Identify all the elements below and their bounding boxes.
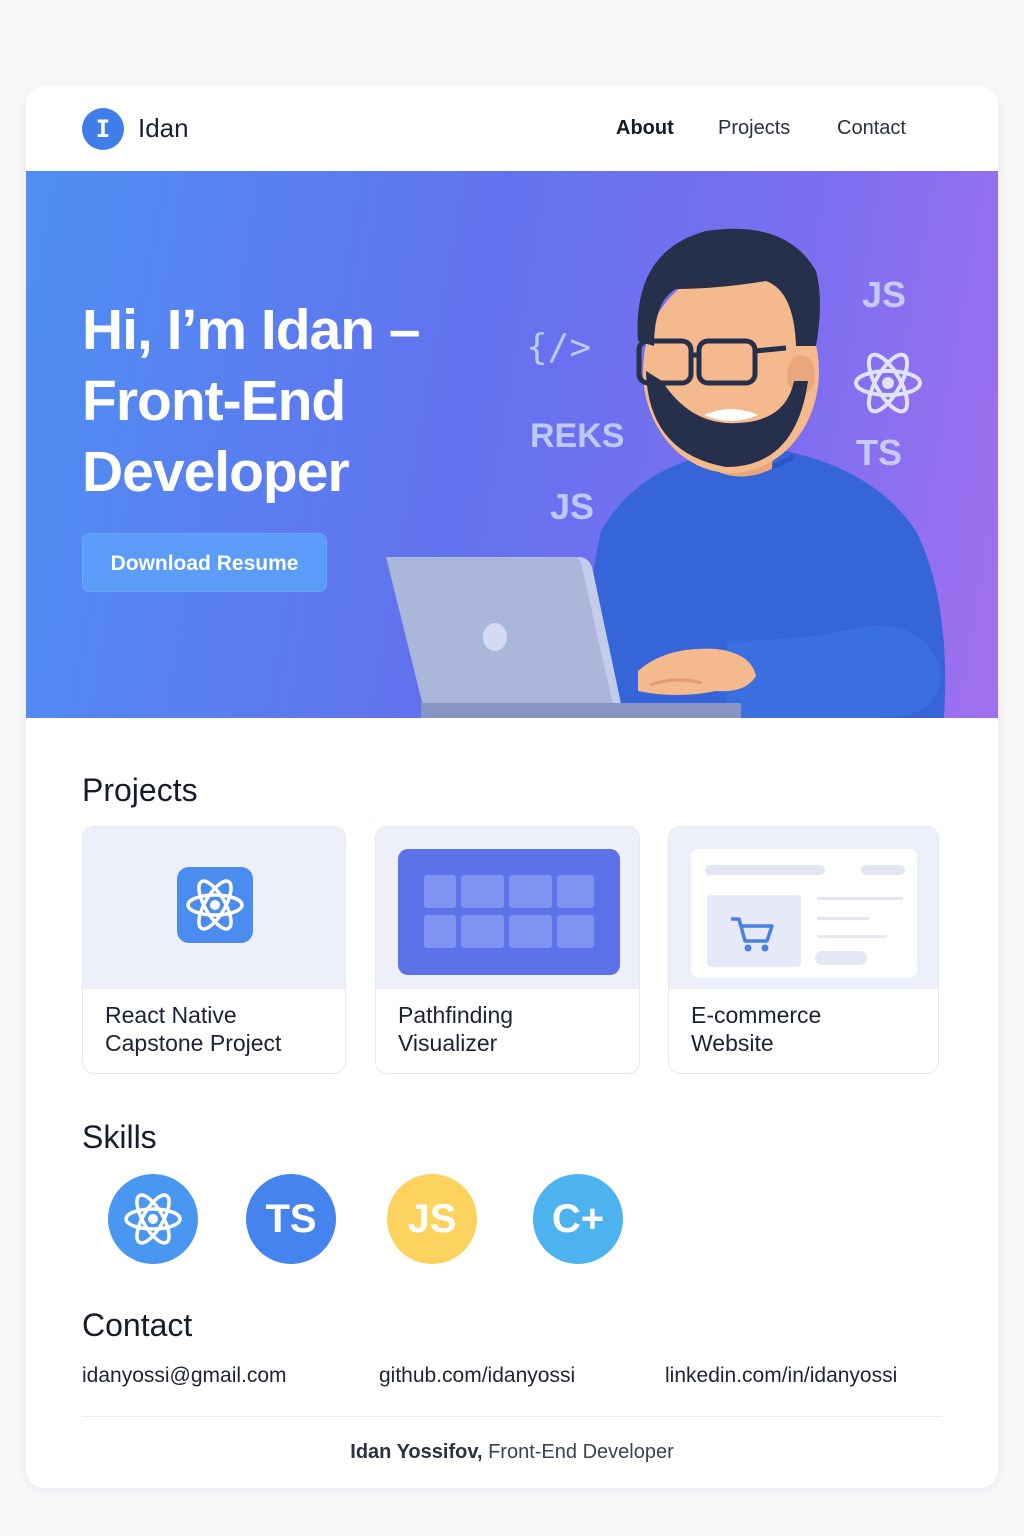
hero-headline: Hi, I’m Idan – Front-End Developer: [82, 295, 462, 508]
skill-cpp-icon[interactable]: C+: [533, 1174, 623, 1264]
footer-divider: [82, 1416, 942, 1417]
react-atom-icon: [854, 352, 922, 414]
project-thumbnail: [376, 827, 639, 989]
project-title: E-commerce Website: [691, 1001, 921, 1057]
code-tag-icon: {/>: [526, 327, 591, 368]
react-icon: [124, 1193, 182, 1245]
project-card-ecommerce[interactable]: E-commerce Website: [668, 826, 939, 1074]
brand-name[interactable]: Idan: [138, 113, 189, 144]
project-card-pathfinding[interactable]: Pathfinding Visualizer: [375, 826, 640, 1074]
footer-name: Idan Yossifov,: [350, 1441, 483, 1463]
grid-icon: [398, 849, 620, 975]
skills-heading: Skills: [82, 1119, 157, 1155]
projects-heading: Projects: [82, 772, 198, 808]
github-link[interactable]: github.com/idanyossi: [379, 1364, 575, 1388]
ts-tag: TS: [856, 432, 902, 473]
project-title-line: E-commerce: [691, 1002, 822, 1028]
project-thumbnail: [83, 827, 345, 989]
download-resume-button[interactable]: Download Resume: [82, 533, 327, 592]
email-link[interactable]: idanyossi@gmail.com: [82, 1364, 287, 1388]
project-title: Pathfinding Visualizer: [398, 1001, 628, 1057]
contact-heading: Contact: [82, 1307, 193, 1343]
logo-icon[interactable]: I: [82, 108, 124, 150]
skill-typescript-icon[interactable]: TS: [246, 1174, 336, 1264]
footer-role: Front-End Developer: [482, 1441, 674, 1463]
reks-tag: REKS: [530, 417, 624, 455]
project-title-line: Website: [691, 1030, 774, 1056]
hero-headline-line: Developer: [82, 440, 350, 504]
react-icon: [177, 867, 253, 943]
nav-projects[interactable]: Projects: [718, 117, 790, 140]
project-title-line: Pathfinding: [398, 1002, 514, 1028]
project-thumbnail: [669, 827, 938, 989]
portfolio-page: I Idan About Projects Contact {/> REKS J…: [26, 86, 998, 1488]
js-tag-right: JS: [862, 274, 906, 315]
hero-banner: {/> REKS JS JS TS Hi, I’m Idan – Front-E…: [26, 171, 998, 718]
skill-react-icon[interactable]: [108, 1174, 198, 1264]
project-title: React Native Capstone Project: [105, 1001, 335, 1057]
project-title-line: Capstone Project: [105, 1030, 282, 1056]
project-title-line: React Native: [105, 1002, 237, 1028]
nav-about[interactable]: About: [616, 117, 674, 140]
hero-headline-line: Front-End: [82, 369, 346, 433]
hero-headline-line: Hi, I’m Idan –: [82, 298, 421, 362]
nav-contact[interactable]: Contact: [837, 117, 906, 140]
skill-javascript-icon[interactable]: JS: [387, 1174, 477, 1264]
project-title-line: Visualizer: [398, 1030, 498, 1056]
linkedin-link[interactable]: linkedin.com/in/idanyossi: [665, 1364, 897, 1388]
cart-icon: [691, 849, 917, 978]
footer: Idan Yossifov, Front-End Developer: [26, 1441, 998, 1464]
project-card-react-native[interactable]: React Native Capstone Project: [82, 826, 346, 1074]
js-tag-left: JS: [550, 486, 594, 527]
top-nav-bar: I Idan About Projects Contact: [26, 86, 998, 171]
